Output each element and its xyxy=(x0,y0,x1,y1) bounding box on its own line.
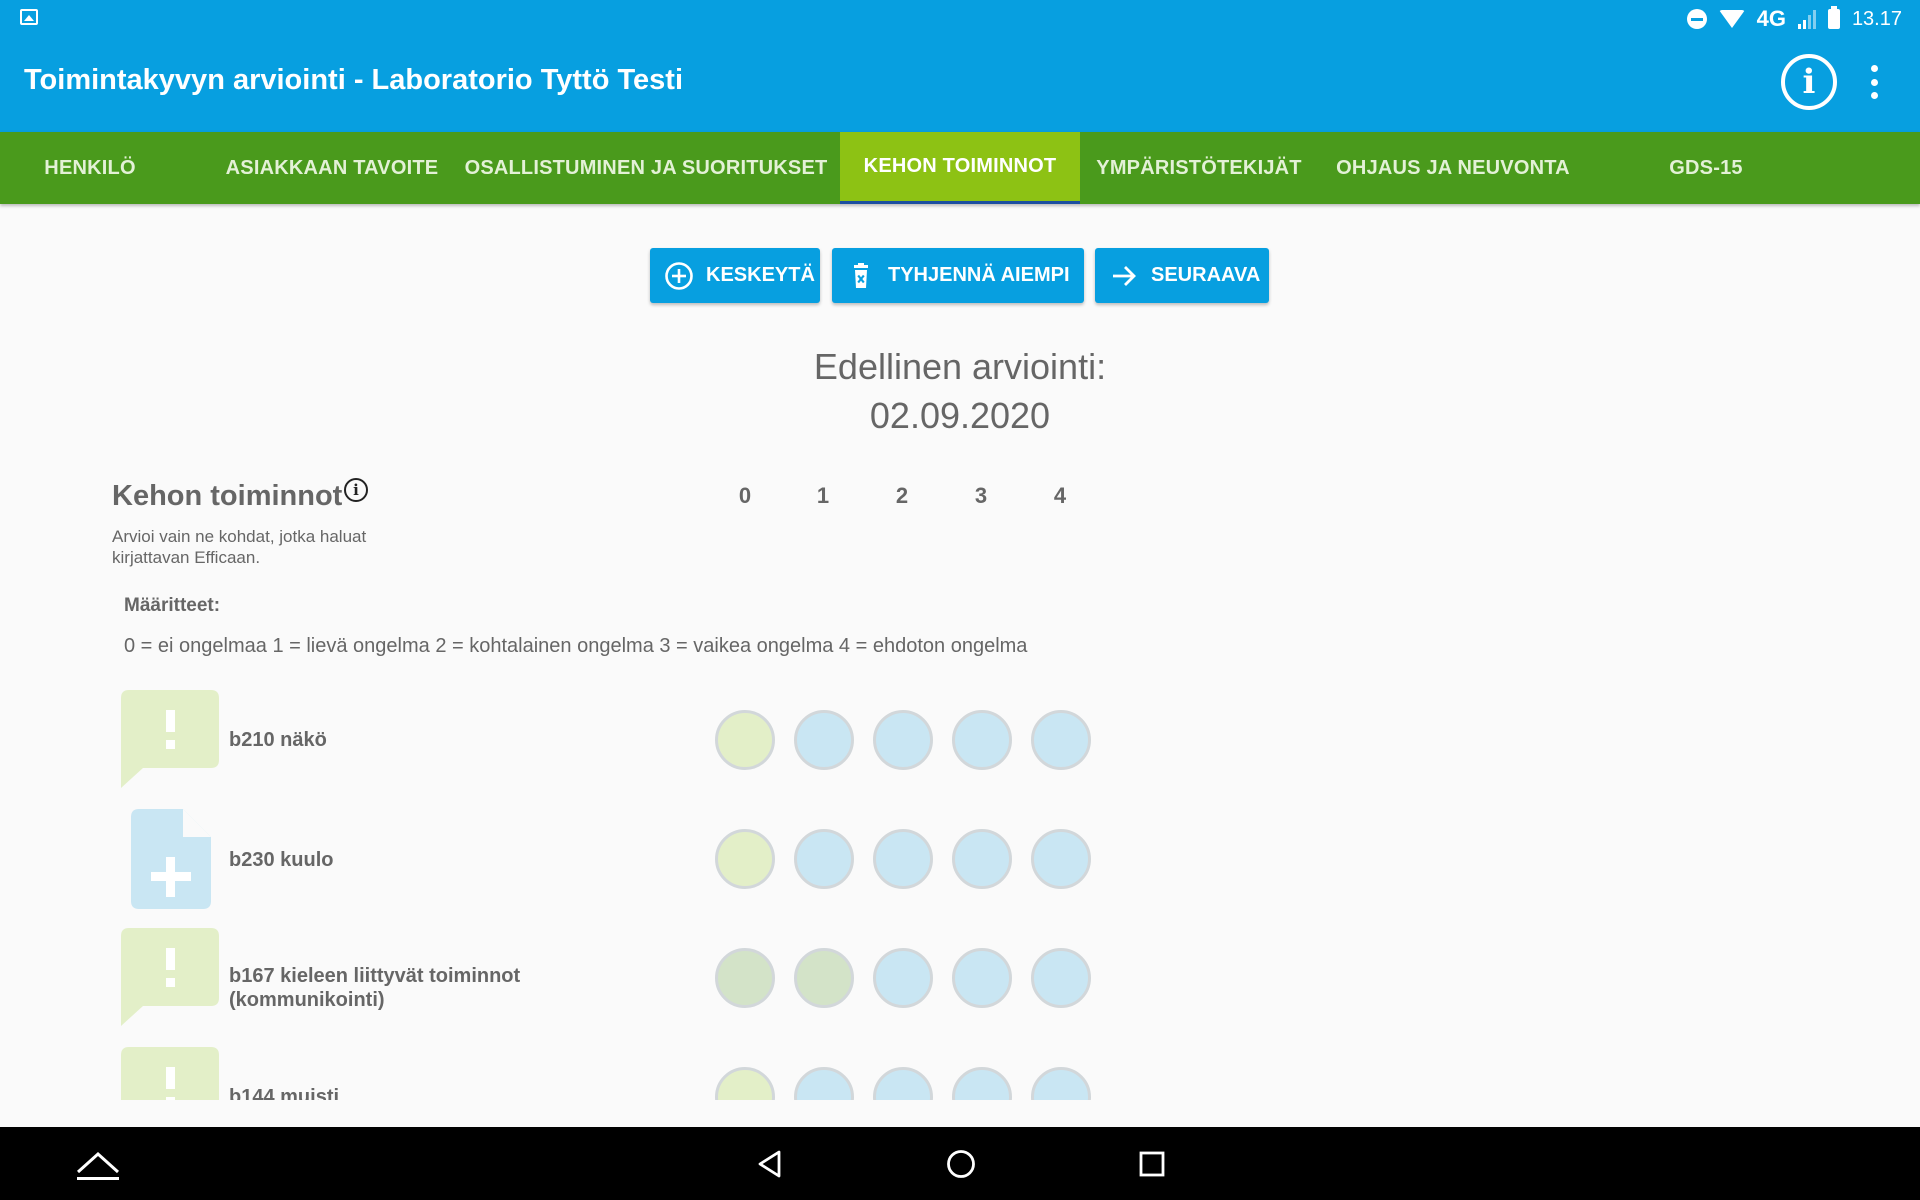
rating-3[interactable] xyxy=(952,1067,1012,1100)
more-vert-icon[interactable] xyxy=(1862,65,1886,99)
definitions-title: Määritteet: xyxy=(124,595,221,616)
expand-up-icon[interactable] xyxy=(72,1141,124,1187)
rating-3[interactable] xyxy=(952,948,1012,1008)
column-header-4: 4 xyxy=(1053,483,1067,508)
list-item: b210 näkö xyxy=(0,690,1200,800)
next-button-label: SEURAAVA xyxy=(1151,264,1261,286)
home-icon[interactable] xyxy=(937,1141,985,1187)
delete-icon xyxy=(846,261,876,291)
rating-4[interactable] xyxy=(1031,948,1091,1008)
previous-assessment-label: Edellinen arviointi: xyxy=(813,346,1107,387)
app-bar: Toimintakyvyn arviointi - Laboratorio Ty… xyxy=(0,38,1920,132)
rating-4[interactable] xyxy=(1031,829,1091,889)
list-item: b144 muisti xyxy=(0,1047,1200,1100)
column-header-1: 1 xyxy=(816,483,830,508)
signal-icon xyxy=(1797,9,1816,29)
status-icons: 4G 13.17 xyxy=(1686,6,1902,32)
plus-circle-icon xyxy=(664,261,694,291)
rating-2[interactable] xyxy=(873,1067,933,1100)
clear-previous-button[interactable]: TYHJENNÄ AIEMPI xyxy=(832,248,1084,303)
tab-asiakkaan-tavoite[interactable]: ASIAKKAAN TAVOITE xyxy=(212,132,452,204)
tab-bar: HENKILÖ ASIAKKAAN TAVOITE OSALLISTUMINEN… xyxy=(0,132,1920,204)
item-label: b230 kuulo xyxy=(229,849,334,871)
clear-previous-label: TYHJENNÄ AIEMPI xyxy=(888,264,1070,286)
clock: 13.17 xyxy=(1851,7,1902,30)
status-bar: 4G 13.17 xyxy=(0,0,1920,38)
pause-button-label: KESKEYTÄ xyxy=(706,264,815,286)
arrow-right-icon xyxy=(1109,261,1139,291)
info-icon[interactable]: i xyxy=(1781,54,1837,110)
wifi-icon xyxy=(1718,10,1745,28)
section-description: Arvioi vain ne kohdat, jotka haluat kirj… xyxy=(112,527,367,567)
tab-gds-15[interactable]: GDS-15 xyxy=(1610,132,1802,204)
back-icon[interactable] xyxy=(746,1141,794,1187)
rating-1[interactable] xyxy=(794,1067,854,1100)
section-title: Kehon toiminnot xyxy=(112,480,343,512)
tab-ohjaus-ja-neuvonta[interactable]: OHJAUS JA NEUVONTA xyxy=(1318,132,1588,204)
definitions-text: 0 = ei ongelmaa 1 = lievä ongelma 2 = ko… xyxy=(124,635,1028,657)
list-item: b167 kieleen liittyvät toiminnot (kommun… xyxy=(0,928,1200,1038)
column-header-2: 2 xyxy=(895,483,909,508)
rating-2[interactable] xyxy=(873,829,933,889)
app-title: Toimintakyvyn arviointi - Laboratorio Ty… xyxy=(24,64,684,96)
column-header-3: 3 xyxy=(974,483,988,508)
rating-3[interactable] xyxy=(952,829,1012,889)
rating-2[interactable] xyxy=(873,710,933,770)
rating-2[interactable] xyxy=(873,948,933,1008)
rating-1[interactable] xyxy=(794,710,854,770)
rating-1[interactable] xyxy=(794,948,854,1008)
item-label: b210 näkö xyxy=(229,729,327,751)
next-button[interactable]: SEURAAVA xyxy=(1095,248,1269,303)
item-label: b167 kieleen liittyvät toiminnot (kommun… xyxy=(229,965,521,1011)
recents-icon[interactable] xyxy=(1128,1141,1176,1187)
info-glyph: i xyxy=(1802,62,1816,102)
tab-osallistuminen[interactable]: OSALLISTUMINEN JA SUORITUKSET xyxy=(458,132,834,204)
tab-henkilo[interactable]: HENKILÖ xyxy=(0,132,180,204)
image-notification-icon xyxy=(20,9,38,25)
rating-3[interactable] xyxy=(952,710,1012,770)
do-not-disturb-icon xyxy=(1686,9,1707,29)
rating-4[interactable] xyxy=(1031,710,1091,770)
rating-0[interactable] xyxy=(715,948,775,1008)
pause-button[interactable]: KESKEYTÄ xyxy=(650,248,820,303)
comment-alert-icon[interactable] xyxy=(121,928,219,1026)
rating-0[interactable] xyxy=(715,829,775,889)
system-nav-bar xyxy=(0,1127,1920,1200)
network-type: 4G xyxy=(1756,6,1786,31)
column-header-0: 0 xyxy=(738,483,752,508)
assessment-list: b210 näkö b230 kuulo b167 kieleen liitty… xyxy=(0,680,1920,1100)
rating-0[interactable] xyxy=(715,710,775,770)
list-item: b230 kuulo xyxy=(0,809,1200,919)
rating-0[interactable] xyxy=(715,1067,775,1100)
section-info-glyph: i xyxy=(353,481,359,499)
comment-alert-icon[interactable] xyxy=(121,1047,219,1100)
comment-alert-icon[interactable] xyxy=(121,690,219,788)
file-plus-icon[interactable] xyxy=(131,809,211,909)
previous-assessment-date: 02.09.2020 xyxy=(869,395,1051,436)
rating-1[interactable] xyxy=(794,829,854,889)
item-label: b144 muisti xyxy=(229,1086,340,1100)
rating-4[interactable] xyxy=(1031,1067,1091,1100)
tab-kehon-toiminnot[interactable]: KEHON TOIMINNOT xyxy=(840,132,1080,204)
section-info-icon[interactable]: i xyxy=(344,478,368,502)
battery-icon xyxy=(1827,6,1840,29)
tab-ymparistotekijat[interactable]: YMPÄRISTÖTEKIJÄT xyxy=(1088,132,1310,204)
